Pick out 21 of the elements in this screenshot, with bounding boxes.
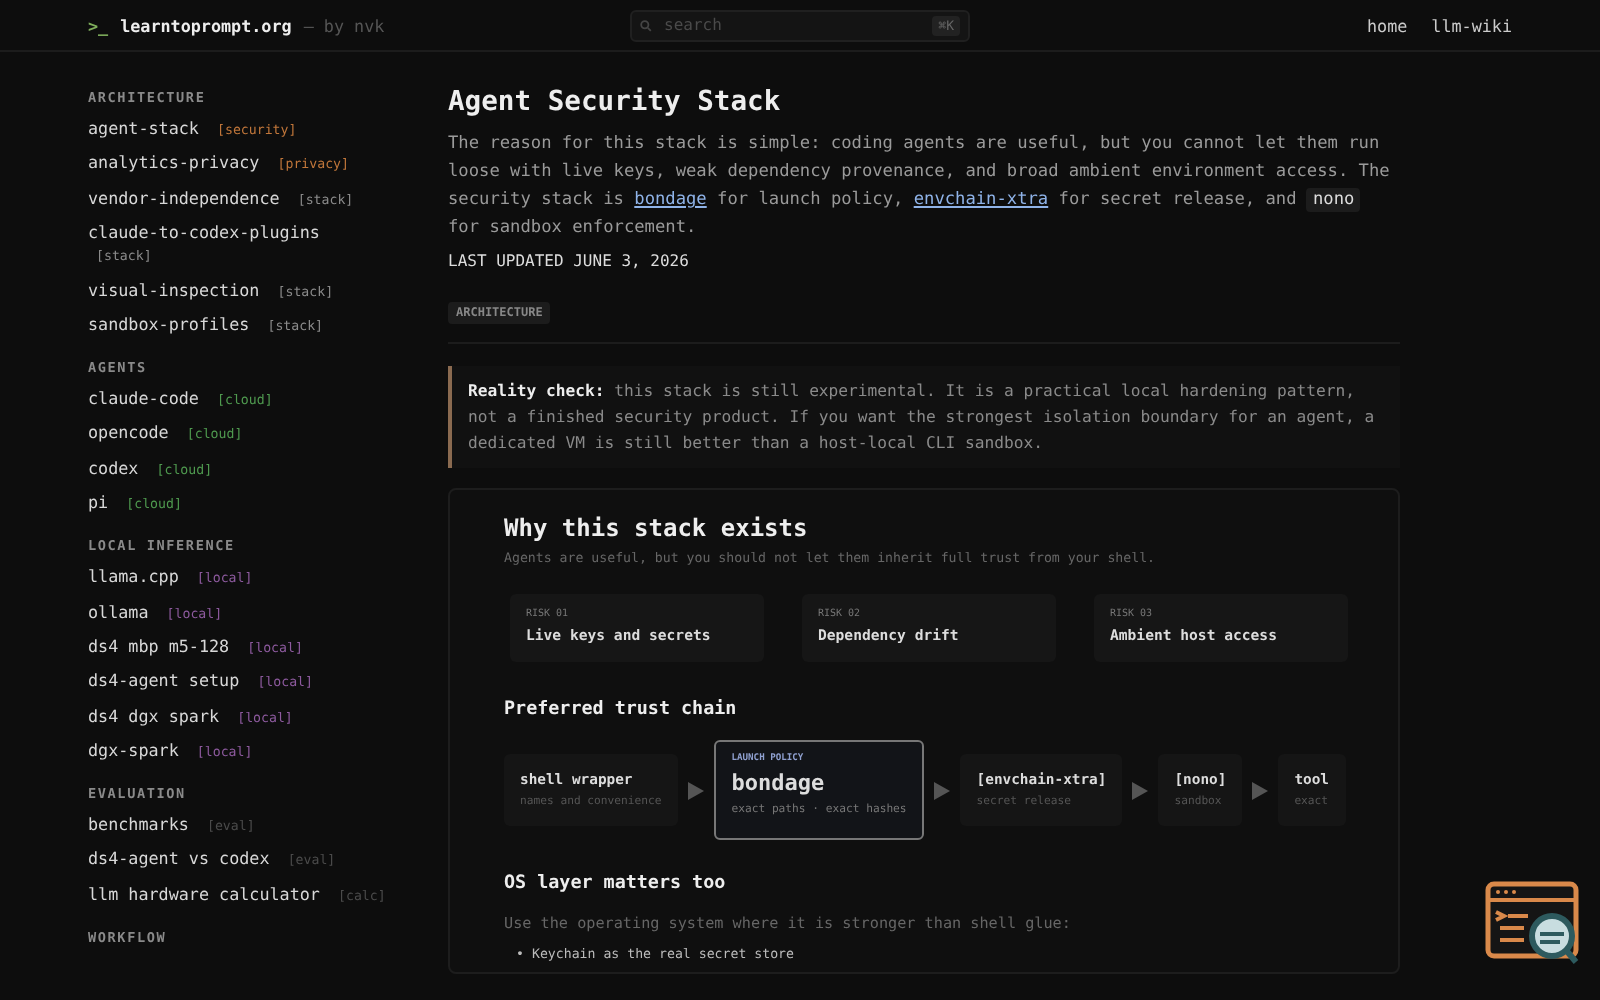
search-icon [640,19,652,31]
arrow-icon [1252,781,1269,799]
section-heading: OS layer matters too [504,872,728,894]
node-title: bondage [731,770,827,796]
site-logo-link[interactable]: learntoprompt.org [120,15,292,35]
section-heading: Preferred trust chain [504,698,739,720]
last-updated: LAST UPDATED JUNE 3, 2026 [448,252,691,270]
terminal-magnifier-icon[interactable] [1484,880,1584,968]
page-title: Agent Security Stack [448,86,783,118]
inline-link[interactable]: envchain-xtra [913,190,1049,210]
arrow-icon [1132,781,1149,799]
inline-link[interactable]: bondage [634,190,707,210]
section-heading: Why this stack exists [504,514,810,542]
arrow-icon [934,781,951,799]
intro-paragraph: The reason for this stack is simple: coding agents are useful, but you cannot let them run loose with live keys, weak dependency provenance, and broad ambient environment access. The security stack is bondage for launch policy, envchain-xtra for secret release, and nono for sandbox enforcement. [448,132,1392,242]
reality-check-callout: Reality check: this stack is still experimental. It is a practical local hardening pattern, not a finished security product. If you want the strongest isolation boundary for an agent, a dedicated VM is still better than a host-local CLI sandbox. [448,366,1400,468]
nav-link[interactable]: llm-wiki [1431,15,1512,35]
prompt-icon: >_ [88,15,109,35]
byline: — by nvk [303,15,385,35]
nav-link[interactable]: home [1366,15,1408,35]
arrow-icon [687,781,704,799]
